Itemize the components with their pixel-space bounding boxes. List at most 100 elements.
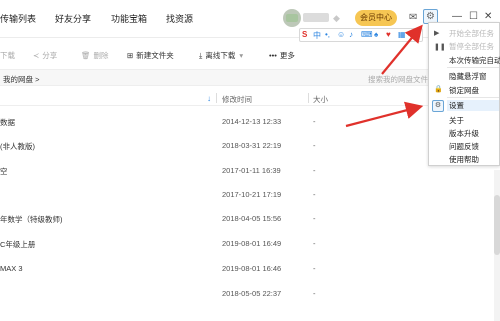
menu-start-all[interactable]: 开始全部任务	[449, 28, 494, 39]
share-icon: ≺	[33, 51, 40, 60]
chevron-down-icon: ▾	[239, 51, 244, 60]
nav-feature-box[interactable]: 功能宝箱	[111, 12, 147, 25]
table-row[interactable]: 2018-05-05 22:37 -	[0, 281, 500, 305]
more-label: 更多	[279, 51, 295, 60]
file-name: 年数学（特级教师)	[0, 215, 63, 224]
menu-lock-netdisk[interactable]: 锁定网盘	[449, 85, 479, 96]
toolbar: 下载 ≺ 分享 🗑 删除 ⊞ 新建文件夹 ⤓ 离线下载 ▾ ••• 更多	[0, 44, 428, 66]
file-time: 2018-04-05 15:56	[222, 214, 282, 223]
file-time: 2019-08-01 16:46	[222, 264, 282, 273]
menu-separator	[447, 97, 499, 98]
menu-about[interactable]: 关于	[449, 115, 464, 126]
file-size: -	[313, 264, 316, 273]
scrollbar[interactable]	[494, 170, 500, 321]
share-button[interactable]: ≺ 分享	[33, 50, 57, 61]
file-size: -	[313, 214, 316, 223]
settings-menu: ▶ ❚❚ 🔒 ⚙ 开始全部任务 暂停全部任务 本次传输完自动 隐藏悬浮窗 锁定网…	[428, 22, 500, 166]
breadcrumb-bar: 我的网盘 > 搜索我的网盘文件	[0, 69, 500, 86]
sogou-s-icon[interactable]: S	[302, 30, 307, 39]
more-button[interactable]: ••• 更多	[269, 50, 295, 61]
skin-icon[interactable]: ♥	[386, 30, 391, 39]
file-size: -	[313, 166, 316, 175]
table-row[interactable]: 数据 2014-12-13 12:33 -	[0, 109, 500, 133]
file-name: C年级上册	[0, 240, 36, 249]
shirt-icon[interactable]: ♠	[374, 30, 378, 39]
breadcrumb[interactable]: 我的网盘 >	[3, 74, 39, 85]
mail-icon[interactable]: ✉	[409, 12, 417, 23]
folder-plus-icon: ⊞	[127, 51, 134, 60]
offline-label: 离线下载	[205, 51, 236, 60]
download-arrow-icon: ⤓	[199, 51, 203, 60]
menu-hide-float-window[interactable]: 隐藏悬浮窗	[449, 71, 487, 82]
menu-feedback[interactable]: 问题反馈	[449, 141, 479, 152]
diamond-icon: ◆	[333, 13, 340, 23]
offline-download-button[interactable]: ⤓ 离线下载 ▾	[199, 50, 243, 61]
punctuation-icon[interactable]: •,	[325, 30, 330, 39]
close-button[interactable]: ✕	[484, 11, 492, 22]
keyboard-icon[interactable]: ⌨	[361, 30, 373, 39]
ime-toolbar: S 中 •, ☺ ♪ ⌨ ♠ ♥ ▦	[299, 28, 423, 42]
file-size: -	[313, 239, 316, 248]
ime-mode-label[interactable]: 中	[313, 30, 321, 41]
file-name: (非人教版)	[0, 142, 35, 151]
file-time: 2017-10-21 17:19	[222, 190, 282, 199]
table-row[interactable]: C年级上册 2019-08-01 16:49 -	[0, 231, 500, 255]
menu-separator	[447, 67, 499, 68]
column-size[interactable]: 大小	[313, 94, 328, 105]
maximize-button[interactable]: ☐	[469, 11, 478, 22]
delete-button[interactable]: 🗑 删除	[81, 50, 109, 61]
file-time: 2014-12-13 12:33	[222, 117, 282, 126]
table-row[interactable]: 2017-10-21 17:19 -	[0, 182, 500, 206]
play-icon: ▶	[434, 30, 440, 37]
file-name: MAX 3	[0, 264, 23, 273]
avatar[interactable]	[283, 9, 301, 27]
table-row[interactable]: 空 2017-01-11 16:39 -	[0, 158, 500, 182]
table-header: ↓ 修改时间 大小	[0, 90, 500, 106]
file-time: 2018-05-05 22:37	[222, 289, 282, 298]
file-size: -	[313, 141, 316, 150]
menu-settings[interactable]: 设置	[447, 100, 499, 111]
more-dots-icon: •••	[269, 51, 277, 60]
table-row[interactable]: 年数学（特级教师) 2018-04-05 15:56 -	[0, 206, 500, 230]
nav-find-resources[interactable]: 找资源	[166, 12, 193, 25]
gear-icon: ⚙	[432, 100, 444, 112]
download-label: 下载	[0, 51, 15, 60]
new-folder-label: 新建文件夹	[136, 51, 174, 60]
search-input[interactable]: 搜索我的网盘文件	[368, 74, 428, 85]
microphone-icon[interactable]: ♪	[349, 30, 353, 39]
pause-icon: ❚❚	[434, 44, 446, 51]
top-bar: 传输列表 好友分享 功能宝箱 找资源 ◆ 会员中心 ✉ ⚙ — ☐ ✕	[0, 0, 500, 38]
emoji-icon[interactable]: ☺	[337, 30, 345, 39]
username-blurred[interactable]	[303, 13, 329, 22]
minimize-button[interactable]: —	[452, 11, 462, 22]
vip-center-button[interactable]: 会员中心	[355, 10, 397, 26]
sort-arrow-icon[interactable]: ↓	[207, 94, 211, 103]
menu-version-upgrade[interactable]: 版本升级	[449, 128, 479, 139]
lock-icon: 🔒	[434, 86, 443, 93]
column-modified-time[interactable]: 修改时间	[222, 94, 252, 105]
menu-help[interactable]: 使用帮助	[449, 154, 479, 165]
table-row[interactable]: MAX 3 2019-08-01 16:46 -	[0, 256, 500, 280]
file-time: 2017-01-11 16:39	[222, 166, 281, 175]
file-size: -	[313, 117, 316, 126]
nav-friend-share[interactable]: 好友分享	[55, 12, 91, 25]
nav-transfer-list[interactable]: 传输列表	[0, 12, 36, 25]
trash-icon: 🗑	[81, 51, 91, 60]
grid-icon[interactable]: ▦	[398, 30, 406, 39]
download-button[interactable]: 下载	[0, 50, 15, 61]
new-folder-button[interactable]: ⊞ 新建文件夹	[127, 50, 174, 61]
file-time: 2019-08-01 16:49	[222, 239, 282, 248]
file-name: 数据	[0, 118, 15, 127]
table-row[interactable]: (非人教版) 2018-03-31 22:19 -	[0, 133, 500, 157]
column-divider	[308, 93, 309, 103]
file-size: -	[313, 289, 316, 298]
file-name: 空	[0, 167, 8, 176]
delete-label: 删除	[93, 51, 109, 60]
column-divider	[216, 93, 217, 103]
file-time: 2018-03-31 22:19	[222, 141, 282, 150]
menu-auto-after-transfer[interactable]: 本次传输完自动	[449, 55, 500, 66]
scrollbar-thumb[interactable]	[494, 195, 500, 255]
share-label: 分享	[42, 51, 58, 60]
file-size: -	[313, 190, 316, 199]
menu-pause-all[interactable]: 暂停全部任务	[449, 41, 494, 52]
